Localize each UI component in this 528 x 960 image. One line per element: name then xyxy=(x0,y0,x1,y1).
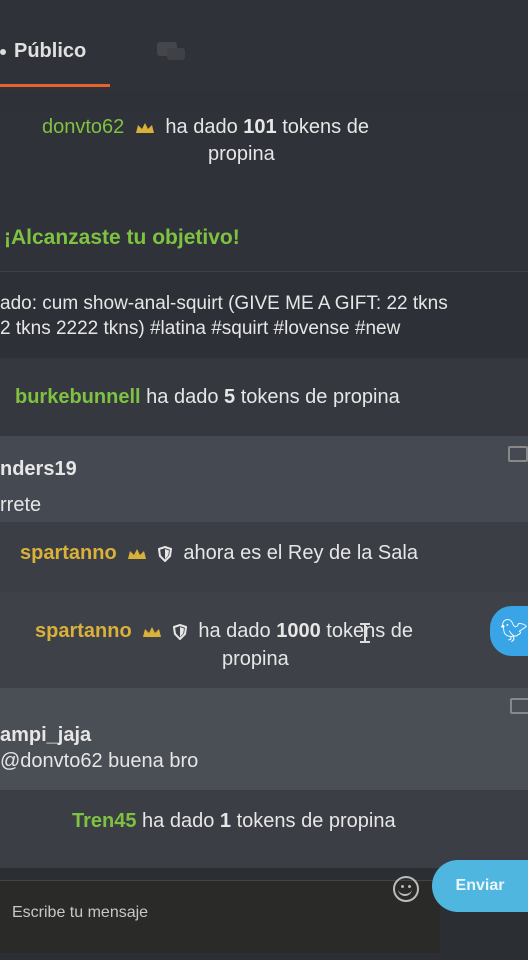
tip-text-suffix: tokens de propina xyxy=(240,386,400,408)
message-text: ahora es el Rey de la Sala xyxy=(183,542,418,564)
tip-text-suffix: tokens de xyxy=(282,116,369,138)
chat-message-nders19: nders19 rrete xyxy=(0,436,528,522)
username[interactable]: donvto62 xyxy=(42,116,124,138)
username[interactable]: burkebunnell xyxy=(15,386,141,408)
tip-text-prefix: ha dado xyxy=(146,386,219,408)
room-topic-line1: ado: cum show-anal-squirt (GIVE ME A GIF… xyxy=(0,293,448,314)
tip-text-suffix-line2: propina xyxy=(222,648,289,670)
tab-public-label: Público xyxy=(14,40,87,62)
text-cursor-icon xyxy=(360,623,370,643)
king-message-spartanno: spartanno ahora es el Rey de la Sala xyxy=(0,522,528,592)
tip-message-burkebunnell: burkebunnell ha dado 5 tokens de propina xyxy=(0,358,528,436)
tip-message-tren45: Tren45 ha dado 1 tokens de propina xyxy=(0,790,528,868)
twitter-icon: 🐦︎ xyxy=(500,618,528,643)
room-topic-message: ado: cum show-anal-squirt (GIVE ME A GIF… xyxy=(0,272,528,358)
username[interactable]: spartanno xyxy=(20,542,117,564)
goal-reached-text: ¡Alcanzaste tu objetivo! xyxy=(4,226,240,249)
goal-reached-message: ¡Alcanzaste tu objetivo! xyxy=(0,222,528,272)
message-input-placeholder: Escribe tu mensaje xyxy=(12,904,149,921)
username[interactable]: spartanno xyxy=(35,620,132,642)
username[interactable]: ampi_jaja xyxy=(0,722,91,748)
tab-dot-icon xyxy=(0,48,6,55)
username[interactable]: Tren45 xyxy=(72,810,136,832)
tab-active-indicator xyxy=(0,84,110,87)
tip-amount: 101 xyxy=(243,116,277,138)
flag-icon[interactable] xyxy=(510,698,528,714)
room-topic-line2: 2 tkns 2222 tkns) #latina #squirt #loven… xyxy=(0,318,401,339)
tip-text-prefix: ha dado xyxy=(165,116,238,138)
mention[interactable]: @donvto62 xyxy=(0,750,103,772)
tip-text-suffix-line2: propina xyxy=(208,143,275,165)
tip-amount: 1 xyxy=(219,810,232,832)
chat-screen: Público donvto62 ha dado 101 tokens de p… xyxy=(0,0,528,960)
twitter-share-button[interactable]: 🐦︎ xyxy=(490,606,528,656)
message-text: buena bro xyxy=(108,750,199,772)
crown-icon xyxy=(128,548,147,559)
tip-amount: 5 xyxy=(224,386,236,408)
send-button[interactable]: Enviar xyxy=(432,860,528,912)
tip-text-suffix: tokens de propina xyxy=(236,810,396,832)
flag-icon[interactable] xyxy=(508,446,528,462)
tip-text-prefix: ha dado xyxy=(198,620,271,642)
tip-message-spartanno: spartanno ha dado 1000 tokens de propina xyxy=(0,592,528,688)
private-chat-icon[interactable] xyxy=(155,40,187,62)
username[interactable]: nders19 xyxy=(0,456,77,482)
shield-icon xyxy=(157,545,172,562)
message-text: rrete xyxy=(0,494,42,516)
tab-public[interactable]: Público xyxy=(0,40,86,63)
shield-icon xyxy=(172,623,187,640)
crown-icon xyxy=(143,626,162,637)
tip-amount: 1000 xyxy=(276,620,321,642)
tip-text-prefix: ha dado xyxy=(142,810,215,832)
chat-message-ampi_jaja: ampi_jaja @donvto62 buena bro xyxy=(0,688,528,790)
crown-icon xyxy=(135,122,154,133)
chat-tabbar: Público xyxy=(0,0,528,92)
